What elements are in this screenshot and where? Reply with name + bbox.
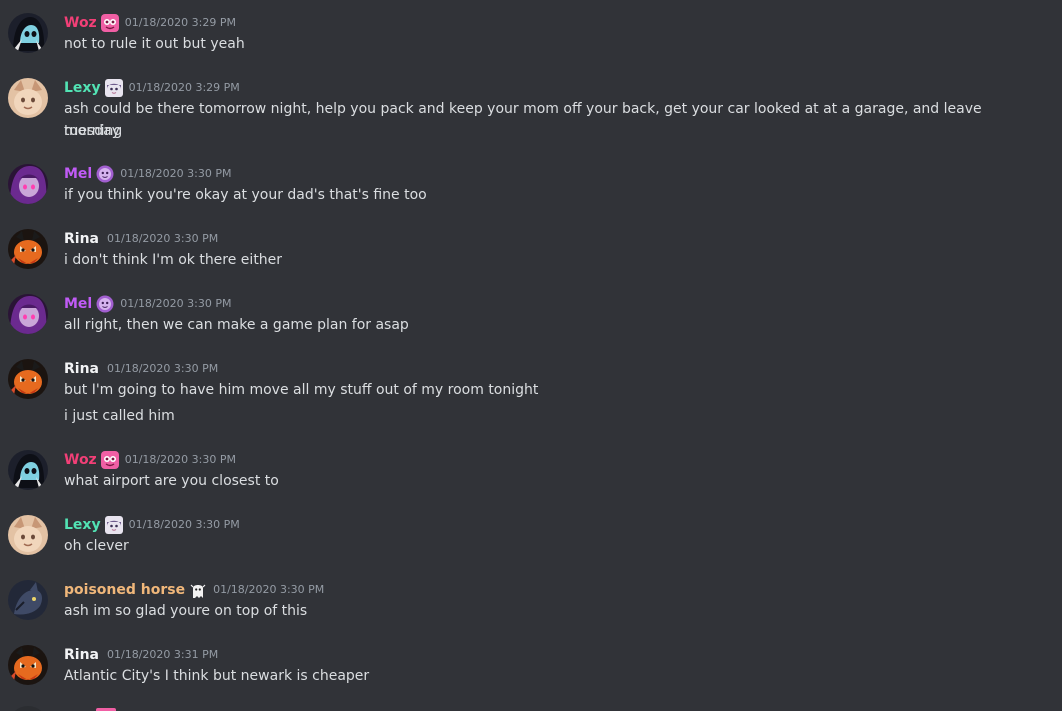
message-text: i just called him xyxy=(64,408,175,424)
username[interactable]: Mel xyxy=(64,294,92,314)
message-text: all right, then we can make a game plan … xyxy=(64,317,409,333)
timestamp[interactable]: 01/18/2020 3:30 PM xyxy=(107,229,218,249)
pink-creature-emoji-icon xyxy=(100,14,119,32)
orange-dragon-avatar[interactable] xyxy=(8,645,48,685)
purple-face-emoji-icon xyxy=(96,295,114,313)
beige-fox-avatar[interactable] xyxy=(8,515,48,555)
dark-hooded-face-avatar[interactable] xyxy=(8,450,48,490)
partial-avatar[interactable] xyxy=(8,706,48,711)
dark-hooded-face-avatar[interactable] xyxy=(8,13,48,53)
username[interactable]: Lexy xyxy=(64,515,101,535)
dark-horse-avatar[interactable] xyxy=(8,580,48,620)
timestamp[interactable]: 01/18/2020 3:30 PM xyxy=(213,580,324,600)
timestamp[interactable]: 01/18/2020 3:31 PM xyxy=(107,645,218,665)
message-text: ash im so glad youre on top of this xyxy=(64,603,308,619)
username[interactable]: Woz xyxy=(64,450,97,470)
timestamp[interactable]: 01/18/2020 3:30 PM xyxy=(129,515,240,535)
timestamp[interactable]: 01/18/2020 3:30 PM xyxy=(107,359,218,379)
anime-girl-emoji-icon xyxy=(104,79,123,97)
beige-fox-avatar[interactable] xyxy=(8,78,48,118)
message-text: not to rule it out but yeah xyxy=(64,36,245,52)
username[interactable]: poisoned horse xyxy=(64,580,185,600)
message-text: but I'm going to have him move all my st… xyxy=(64,382,539,398)
purple-haired-girl-avatar[interactable] xyxy=(8,294,48,334)
orange-dragon-avatar[interactable] xyxy=(8,359,48,399)
message-text: what airport are you closest to xyxy=(64,473,279,489)
ghost-emoji-icon xyxy=(189,581,207,599)
username[interactable]: Woz xyxy=(64,13,97,33)
timestamp[interactable]: 01/18/2020 3:29 PM xyxy=(129,78,240,98)
message-list[interactable]: Woz 01/18/2020 3:29 PM not to rule it ou… xyxy=(0,0,1062,711)
username[interactable]: Rina xyxy=(64,645,99,665)
purple-haired-girl-avatar[interactable] xyxy=(8,164,48,204)
pink-creature-emoji-icon xyxy=(100,451,119,469)
username[interactable]: Lexy xyxy=(64,78,101,98)
purple-face-emoji-icon xyxy=(96,165,114,183)
username[interactable]: Rina xyxy=(64,359,99,379)
timestamp[interactable]: 01/18/2020 3:30 PM xyxy=(120,164,231,184)
timestamp[interactable]: 01/18/2020 3:30 PM xyxy=(125,450,236,470)
username[interactable]: Rina xyxy=(64,229,99,249)
message-text: morning xyxy=(64,123,123,139)
username[interactable]: Mel xyxy=(64,164,92,184)
anime-girl-emoji-icon xyxy=(104,516,123,534)
message-text: Atlantic City's I think but newark is ch… xyxy=(64,668,370,684)
timestamp[interactable]: 01/18/2020 3:30 PM xyxy=(120,294,231,314)
timestamp[interactable]: 01/18/2020 3:29 PM xyxy=(125,13,236,33)
orange-dragon-avatar[interactable] xyxy=(8,229,48,269)
message-text: oh clever xyxy=(64,538,129,554)
message-text: i don't think I'm ok there either xyxy=(64,252,283,268)
message-text: if you think you're okay at your dad's t… xyxy=(64,187,427,203)
